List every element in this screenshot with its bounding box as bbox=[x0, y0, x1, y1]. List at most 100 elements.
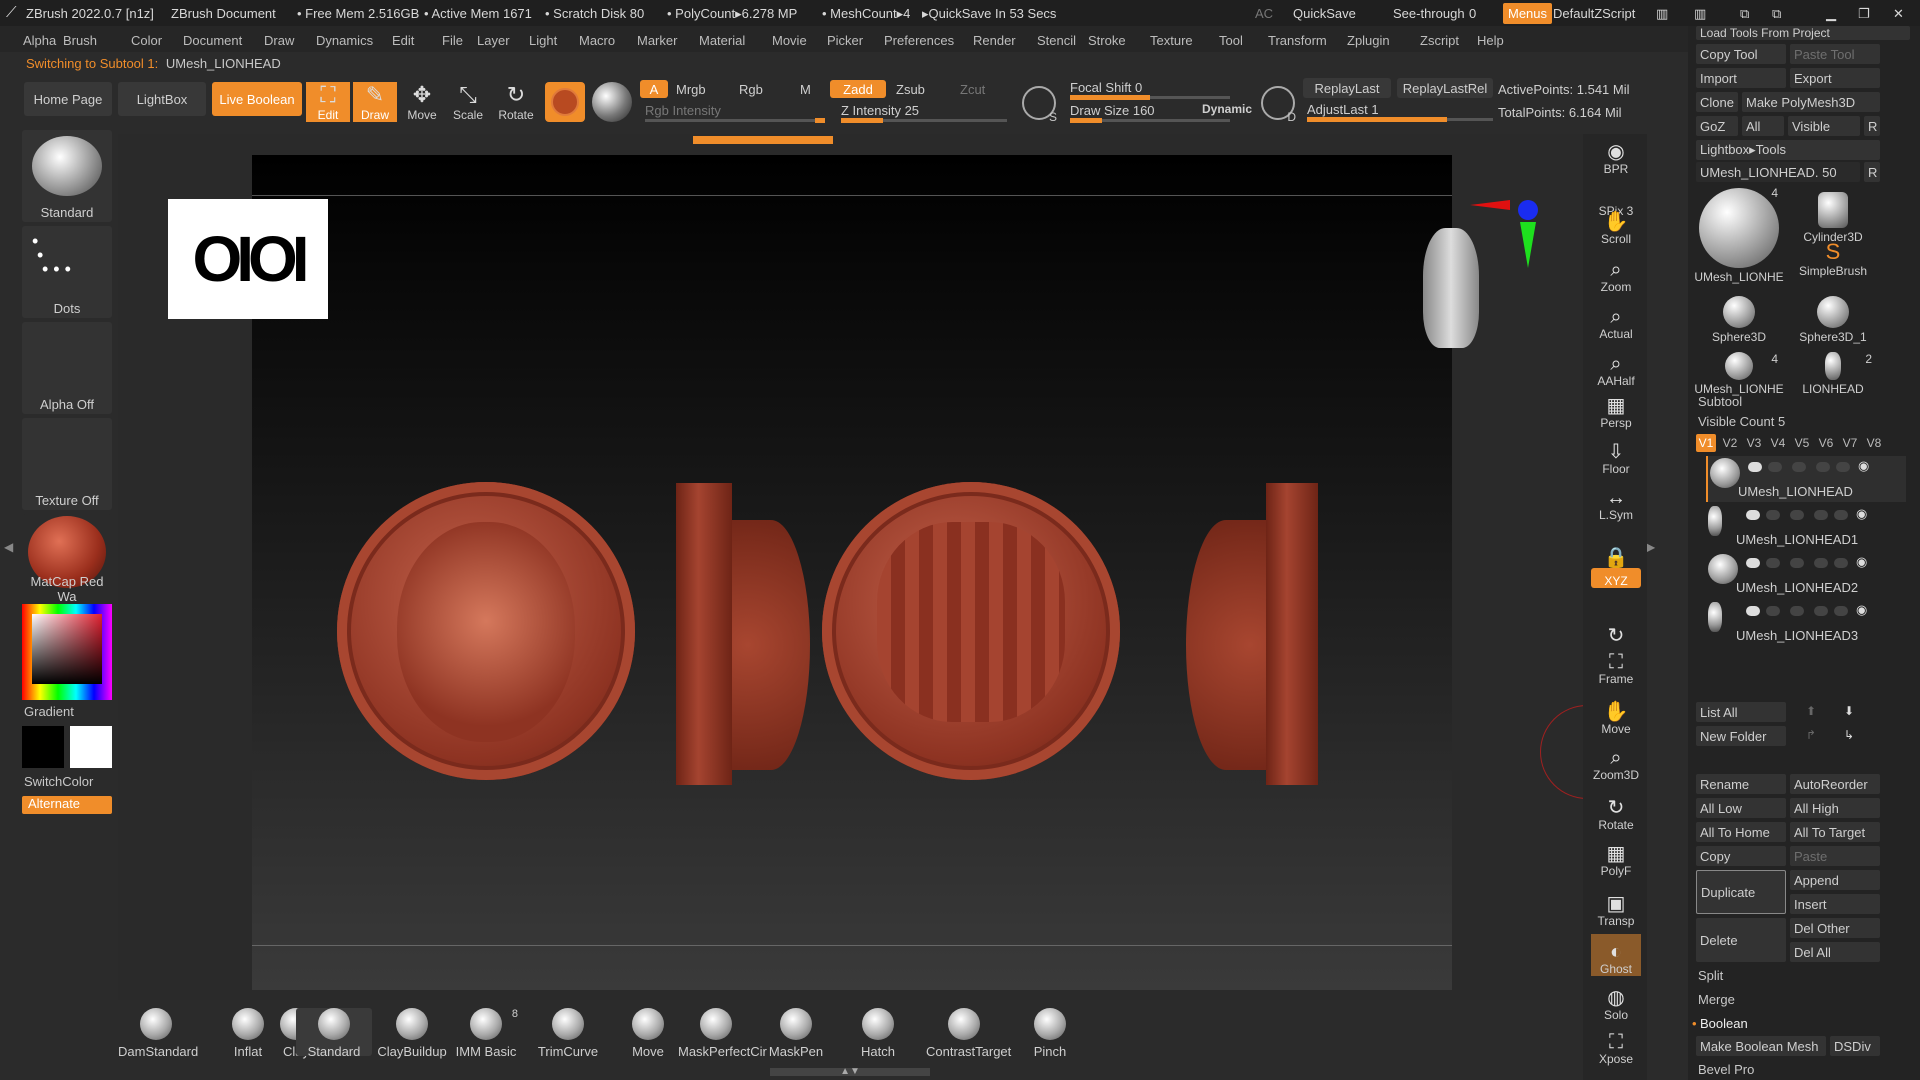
del-other-button[interactable]: Del Other bbox=[1790, 918, 1880, 938]
brush-slot[interactable]: Standard bbox=[22, 130, 112, 222]
zscript-name[interactable]: DefaultZScript bbox=[1553, 6, 1635, 21]
clone-button[interactable]: Clone bbox=[1696, 92, 1738, 112]
layout-icon[interactable]: ▥ bbox=[1656, 6, 1668, 22]
color-picker[interactable] bbox=[22, 604, 112, 700]
visibility-eye-icon[interactable] bbox=[1834, 510, 1848, 520]
scale-mode-button[interactable]: ⤡ Scale bbox=[446, 82, 490, 123]
lightbox-button[interactable]: LightBox bbox=[118, 82, 206, 116]
stroke-slot[interactable]: • • • • • Dots bbox=[22, 226, 112, 318]
eye-icon[interactable]: ◉ bbox=[1856, 554, 1867, 570]
tool-thumb[interactable]: Sphere3D bbox=[1694, 296, 1784, 344]
duplicate-button[interactable]: Duplicate bbox=[1696, 870, 1786, 914]
rgb-intensity-knob[interactable] bbox=[815, 118, 825, 123]
folder-down-icon[interactable]: ↳ bbox=[1844, 728, 1854, 742]
visible-count-slider[interactable]: Visible Count 5 bbox=[1698, 414, 1785, 429]
menu-dynamics[interactable]: Dynamics bbox=[316, 33, 373, 48]
menu-texture[interactable]: Texture bbox=[1150, 33, 1193, 48]
goz-all-button[interactable]: All bbox=[1742, 116, 1784, 136]
texture-slot[interactable]: Texture Off bbox=[22, 418, 112, 510]
scroll-button[interactable]: ✋ Scroll bbox=[1591, 204, 1641, 246]
menu-color[interactable]: Color bbox=[131, 33, 162, 48]
import-button[interactable]: Import bbox=[1696, 68, 1786, 88]
make-boolean-mesh-button[interactable]: Make Boolean Mesh bbox=[1696, 1036, 1826, 1056]
menu-brush[interactable]: Brush bbox=[63, 33, 97, 48]
material-swatch-button[interactable] bbox=[545, 82, 585, 122]
goz-r-button[interactable]: R bbox=[1864, 116, 1880, 136]
axis-z-icon[interactable] bbox=[1518, 200, 1538, 220]
quicksave-button[interactable]: QuickSave bbox=[1293, 6, 1356, 21]
all-to-home-button[interactable]: All To Home bbox=[1696, 822, 1786, 842]
zcut-toggle[interactable]: Zcut bbox=[960, 82, 985, 97]
restore-icon[interactable]: ❐ bbox=[1858, 6, 1870, 22]
version-tab-v7[interactable]: V7 bbox=[1840, 434, 1860, 452]
menu-file[interactable]: File bbox=[442, 33, 463, 48]
subtool-toggle[interactable] bbox=[1814, 510, 1828, 520]
replay-last-rel-button[interactable]: ReplayLastRel bbox=[1397, 78, 1493, 98]
reference-logo-image[interactable]: OIOI bbox=[168, 199, 328, 319]
rb11-button[interactable]: ↻ bbox=[1591, 604, 1641, 646]
version-tab-v5[interactable]: V5 bbox=[1792, 434, 1812, 452]
zbrush-logo-icon[interactable]: ⟋ bbox=[6, 4, 17, 21]
version-tab-v8[interactable]: V8 bbox=[1864, 434, 1884, 452]
see-through-slider[interactable]: See-through bbox=[1393, 6, 1465, 21]
persp-button[interactable]: ▦ Persp bbox=[1591, 388, 1641, 430]
material-slot[interactable]: MatCap Red Wa bbox=[22, 514, 112, 606]
zoom-button[interactable]: ⌕ Zoom bbox=[1591, 252, 1641, 294]
subtool-row[interactable]: ◉ UMesh_LIONHEAD1 bbox=[1706, 504, 1906, 550]
visibility-eye-icon[interactable] bbox=[1836, 462, 1850, 472]
home-page-button[interactable]: Home Page bbox=[24, 82, 112, 116]
menu-zplugin[interactable]: Zplugin bbox=[1347, 33, 1390, 48]
brush-contrasttarget[interactable]: ContrastTarget bbox=[926, 1008, 1011, 1059]
gradient-sphere-button[interactable] bbox=[592, 82, 632, 122]
move-up-icon[interactable]: ⬆ bbox=[1806, 704, 1816, 718]
aahalf-button[interactable]: ⌕ AAHalf bbox=[1591, 346, 1641, 388]
lion-medallion-front[interactable] bbox=[337, 482, 635, 780]
all-low-button[interactable]: All Low bbox=[1696, 798, 1786, 818]
bottom-scroll-handle[interactable]: ▲▼ bbox=[770, 1067, 930, 1077]
bpr-button[interactable]: ◉ BPR bbox=[1591, 134, 1641, 176]
secondary-color-swatch[interactable] bbox=[70, 726, 112, 768]
lightbox-tools-button[interactable]: Lightbox▸Tools bbox=[1696, 140, 1880, 160]
subtool-toggle[interactable] bbox=[1790, 558, 1804, 568]
rgb-intensity-track[interactable] bbox=[645, 118, 825, 123]
rgb-toggle[interactable]: Rgb bbox=[739, 82, 763, 97]
menu-movie[interactable]: Movie bbox=[772, 33, 807, 48]
brush-trimcurve[interactable]: TrimCurve bbox=[530, 1008, 606, 1059]
brush-maskperfectcir[interactable]: MaskPerfectCir bbox=[678, 1008, 767, 1059]
subtool-row[interactable]: ◉ UMesh_LIONHEAD bbox=[1706, 456, 1906, 502]
folder-up-icon[interactable]: ↱ bbox=[1806, 728, 1816, 742]
dsdiv-slider[interactable]: DSDiv bbox=[1830, 1036, 1880, 1056]
rotate-mode-button[interactable]: ↻ Rotate bbox=[494, 82, 538, 123]
make-polymesh-button[interactable]: Make PolyMesh3D bbox=[1742, 92, 1880, 112]
menu-render[interactable]: Render bbox=[973, 33, 1016, 48]
z-intensity-track[interactable] bbox=[841, 118, 1007, 123]
tool-thumb[interactable]: Sphere3D_1 bbox=[1788, 296, 1878, 344]
visibility-eye-icon[interactable] bbox=[1834, 558, 1848, 568]
polyf-button[interactable]: ▦ PolyF bbox=[1591, 836, 1641, 878]
move-mode-button[interactable]: ✥ Move bbox=[400, 82, 444, 123]
export-button[interactable]: Export bbox=[1790, 68, 1880, 88]
version-tab-v2[interactable]: V2 bbox=[1720, 434, 1740, 452]
draw-size-track[interactable] bbox=[1070, 118, 1230, 123]
brush-claybuildup[interactable]: ClayBuildup bbox=[374, 1008, 450, 1059]
brush-damstandard[interactable]: DamStandard bbox=[118, 1008, 198, 1059]
menu-layer[interactable]: Layer bbox=[477, 33, 510, 48]
replay-last-button[interactable]: ReplayLast bbox=[1303, 78, 1391, 98]
tool-thumb[interactable]: LIONHEAD 2 bbox=[1788, 352, 1878, 396]
merge-header[interactable]: Merge bbox=[1698, 992, 1735, 1007]
lion-medallion-side-right[interactable] bbox=[1266, 483, 1318, 785]
subtool-toggle[interactable] bbox=[1766, 558, 1780, 568]
zoom3d-button[interactable]: ⌕ Zoom3D bbox=[1591, 740, 1641, 782]
brush-maskpen[interactable]: MaskPen bbox=[758, 1008, 834, 1059]
menu-marker[interactable]: Marker bbox=[637, 33, 677, 48]
lion-medallion-side-left[interactable] bbox=[676, 483, 732, 785]
menu-draw[interactable]: Draw bbox=[264, 33, 294, 48]
menu-edit[interactable]: Edit bbox=[392, 33, 414, 48]
eye-icon[interactable]: ◉ bbox=[1856, 506, 1867, 522]
live-boolean-button[interactable]: Live Boolean bbox=[212, 82, 302, 116]
window-icon[interactable]: ⧉ bbox=[1740, 6, 1749, 22]
actual-button[interactable]: ⌕ Actual bbox=[1591, 299, 1641, 341]
subtool-toggle[interactable] bbox=[1746, 510, 1760, 520]
floor-button[interactable]: ⇩ Floor bbox=[1591, 434, 1641, 476]
goz-button[interactable]: GoZ bbox=[1696, 116, 1738, 136]
